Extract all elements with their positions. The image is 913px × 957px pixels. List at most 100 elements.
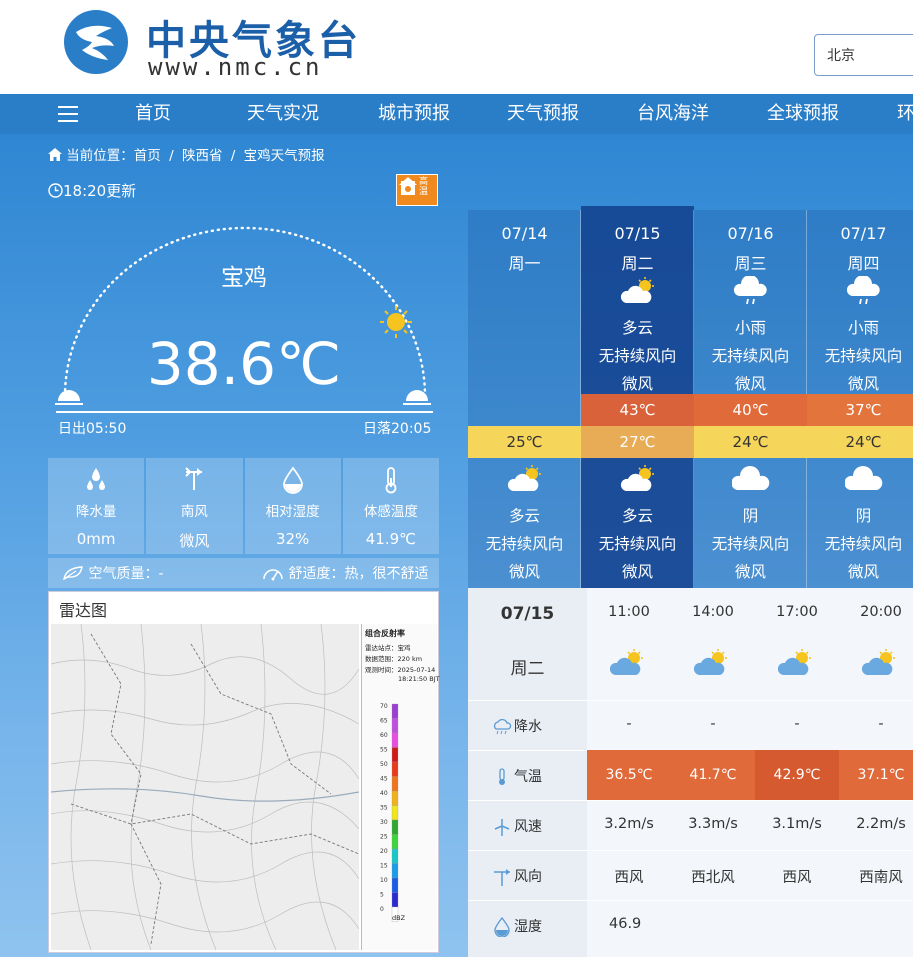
stat-value: 32%	[275, 530, 310, 548]
day-column[interactable]: 07/16 周三 小雨 无持续风向 微风 40℃ 24℃ 阴无持续风向 微风	[694, 210, 807, 588]
day-weather: 小雨	[734, 319, 766, 337]
hour-precip: -	[794, 716, 800, 732]
radar-scale-swatch	[391, 776, 399, 792]
breadcrumb-home[interactable]: 首页	[134, 148, 161, 164]
radar-range: 数据范围：220 km	[365, 655, 423, 663]
main-nav: 首页 天气实况 城市预报 天气预报 台风海洋 全球预报 环	[0, 94, 913, 134]
nav-item-global-forecast[interactable]: 全球预报	[767, 94, 839, 134]
radar-scale-label: 15	[380, 863, 388, 870]
stat-precipitation: 降水量 0mm	[48, 458, 145, 554]
day-date: 07/14	[501, 224, 548, 243]
row-divider	[468, 850, 913, 851]
daily-forecast: 07/14 周一 25℃ 多云 无持续风向 微风 07/15 周二 多云 无持续风向 微风 43℃ 27…	[468, 206, 913, 588]
radar-scale-label: 60	[380, 732, 388, 739]
day-weekday: 周四	[847, 254, 880, 273]
overcast-icon	[844, 466, 882, 490]
home-icon[interactable]	[48, 148, 62, 161]
hourly-weekday: 周二	[510, 659, 545, 679]
radar-time-value: 18:21:50 BJT	[398, 675, 440, 683]
stat-label: 相对湿度	[265, 504, 320, 520]
hour-wind-direction: 西风	[614, 870, 644, 886]
nav-item-city-forecast[interactable]: 城市预报	[378, 94, 450, 134]
hamburger-menu-icon[interactable]	[58, 106, 78, 122]
radar-scale-swatch	[391, 747, 399, 763]
low-temp: 24℃	[694, 426, 807, 458]
rain-cloud-icon	[493, 718, 512, 735]
city-search-input[interactable]	[814, 34, 913, 76]
night-wind-direction: 无持续风向	[824, 535, 903, 553]
hourly-date: 07/15	[500, 604, 555, 624]
hour-wind-speed: 3.2m/s	[604, 816, 654, 832]
overcast-icon	[731, 466, 769, 490]
night-weather: 多云	[508, 507, 540, 525]
night-wind-direction: 无持续风向	[711, 535, 790, 553]
nav-item-environment[interactable]: 环	[897, 94, 913, 134]
night-wind-force: 微风	[734, 563, 766, 581]
hour-time: 17:00	[776, 604, 818, 620]
partly-cloudy-icon	[862, 649, 895, 675]
radar-scale-label: 50	[380, 761, 388, 768]
radar-scale-swatch	[391, 819, 399, 835]
site-header: 中央气象台 www.nmc.cn	[0, 0, 913, 94]
nav-item-home[interactable]: 首页	[135, 94, 171, 134]
partly-cloudy-icon	[620, 277, 654, 303]
breadcrumb-prefix: 当前位置：	[66, 148, 134, 164]
radar-scale-swatch	[391, 761, 399, 777]
clock-icon	[48, 183, 63, 198]
stat-value: 41.9℃	[365, 530, 416, 548]
sunrise-icon	[55, 390, 83, 405]
row-label-text: 风速	[514, 819, 542, 835]
day-wind-direction: 无持续风向	[598, 347, 677, 365]
heat-warning-badge[interactable]: 高温	[396, 174, 438, 206]
hour-temp: 41.7℃	[671, 750, 755, 800]
nav-item-typhoon-ocean[interactable]: 台风海洋	[637, 94, 709, 134]
day-date: 07/17	[840, 224, 887, 243]
night-wind-force: 微风	[621, 563, 653, 581]
stat-feels-like: 体感温度 41.9℃	[342, 458, 439, 554]
breadcrumb-province[interactable]: 陕西省	[182, 148, 223, 164]
radar-scale-swatch	[391, 892, 399, 908]
wind-turbine-icon	[494, 819, 510, 836]
air-quality-text: 空气质量：-	[88, 566, 164, 582]
partly-cloudy-icon	[610, 649, 643, 675]
row-divider	[468, 800, 913, 801]
day-weather: 小雨	[847, 319, 879, 337]
nav-item-weather-forecast[interactable]: 天气预报	[507, 94, 579, 134]
nav-item-observation[interactable]: 天气实况	[247, 94, 319, 134]
radar-map-image[interactable]	[50, 623, 360, 951]
logo-url[interactable]: www.nmc.cn	[148, 53, 323, 81]
day-column[interactable]: 07/14 周一 25℃ 多云 无持续风向 微风	[468, 210, 581, 588]
radar-scale-label: 25	[380, 834, 388, 841]
day-weekday: 周二	[621, 254, 654, 273]
hour-time: 14:00	[692, 604, 734, 620]
humidity-drop-icon	[494, 916, 510, 938]
air-quality[interactable]: 空气质量：-	[62, 563, 164, 583]
radar-title: 雷达图	[59, 601, 108, 620]
thermometer-icon	[499, 768, 505, 785]
stat-label: 降水量	[75, 504, 117, 520]
raindrops-icon	[87, 468, 106, 490]
hour-wind-direction: 西风	[782, 870, 812, 886]
row-label-wind-dir: 风向	[492, 866, 542, 887]
day-weekday: 周一	[508, 254, 541, 273]
hour-wind-speed: 3.1m/s	[772, 816, 822, 832]
radar-scale-swatch	[391, 732, 399, 748]
night-weather: 阴	[742, 507, 759, 525]
nmc-logo-icon[interactable]	[62, 8, 130, 76]
row-label-text: 风向	[514, 869, 542, 885]
day-wind-direction: 无持续风向	[824, 347, 903, 365]
day-column[interactable]: 07/15 周二 多云 无持续风向 微风 43℃ 27℃ 多云 无持续风向 微风	[581, 206, 694, 588]
day-wind-force: 微风	[734, 375, 766, 393]
obscured-overlay	[640, 918, 913, 948]
night-wind-force: 微风	[847, 563, 879, 581]
day-wind-force: 微风	[621, 375, 653, 393]
hour-wind-speed: 2.2m/s	[856, 816, 906, 832]
stat-humidity: 相对湿度 32%	[244, 458, 341, 554]
high-temp: 40℃	[694, 394, 807, 426]
hour-wind-direction: 西南风	[859, 870, 903, 886]
radar-scale-label: 45	[380, 776, 388, 783]
day-column[interactable]: 07/17 周四 小雨 无持续风向 微风 37℃ 24℃ 阴无持续风向 微风	[807, 210, 913, 588]
row-label-text: 气温	[514, 769, 542, 785]
radar-scale-label: 20	[380, 848, 388, 855]
day-wind-force: 微风	[847, 375, 879, 393]
